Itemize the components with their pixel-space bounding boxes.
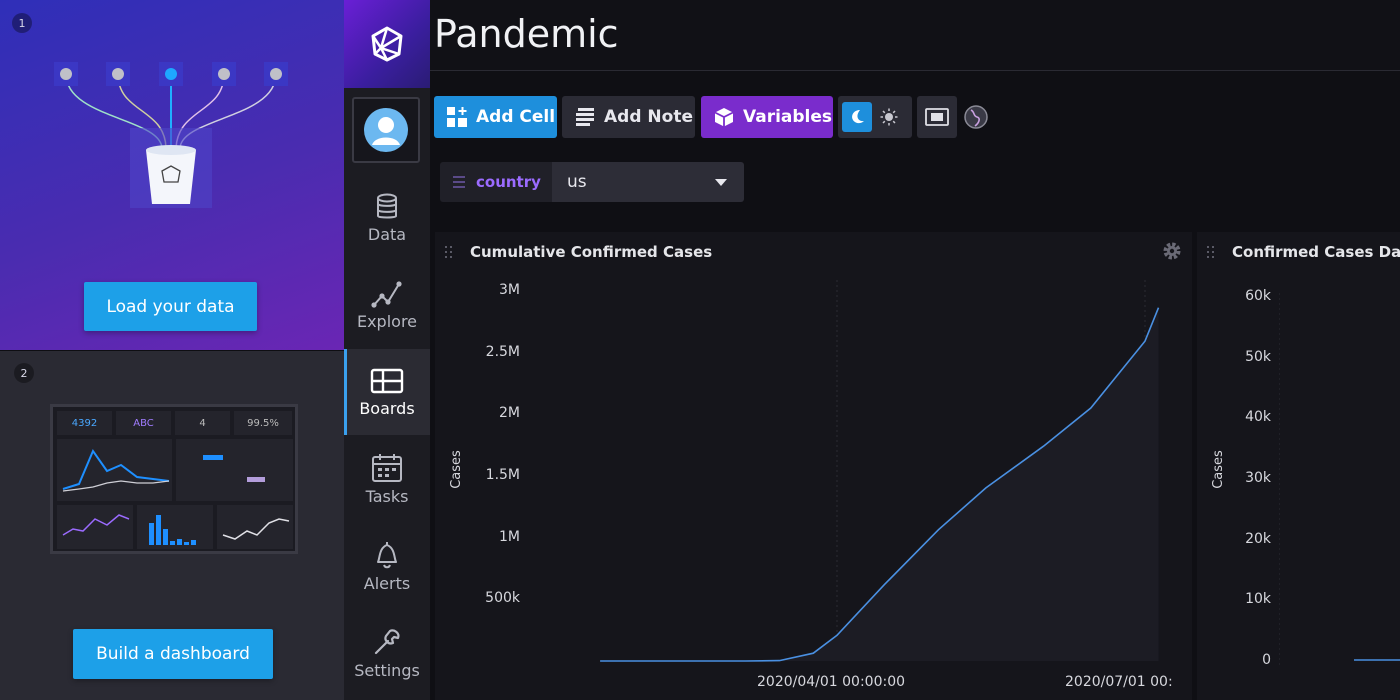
y-tick-label: 30k <box>1245 470 1271 486</box>
variables-button[interactable]: Variables <box>701 96 833 138</box>
variable-selected-value: us <box>567 172 587 192</box>
nav-item-explore[interactable]: Explore <box>344 262 430 348</box>
globe-icon <box>964 105 988 129</box>
cell-title: Confirmed Cases Dail <box>1232 243 1400 261</box>
y-tick-label: 3M <box>499 282 520 298</box>
variable-value-select[interactable]: us <box>552 162 744 202</box>
nav-item-label: Boards <box>359 398 415 418</box>
sun-icon <box>880 108 898 126</box>
dashboard-illustration: 4392 ABC 4 99.5% <box>50 404 298 554</box>
timezone-dropdown[interactable] <box>961 96 991 138</box>
step-number-badge: 1 <box>12 13 32 33</box>
mini-stat: 4392 <box>57 411 112 435</box>
user-avatar-button[interactable] <box>352 97 420 163</box>
nav-item-settings[interactable]: Settings <box>344 610 430 696</box>
y-tick-label: 40k <box>1245 409 1271 425</box>
nav-item-data[interactable]: Data <box>344 175 430 261</box>
variable-dropdown-label: country <box>440 162 552 202</box>
y-tick-label: 2.5M <box>485 344 520 360</box>
nav-item-label: Settings <box>354 660 420 680</box>
cell-drag-handle-icon[interactable] <box>1207 246 1217 258</box>
add-note-button[interactable]: Add Note <box>562 96 695 138</box>
add-cell-label: Add Cell <box>476 107 556 127</box>
mini-stat: ABC <box>116 411 171 435</box>
y-tick-label: 1M <box>499 529 520 545</box>
add-note-label: Add Note <box>604 107 693 127</box>
drag-handle-icon <box>452 174 466 190</box>
y-tick-label: 20k <box>1245 531 1271 547</box>
note-icon <box>576 108 594 126</box>
mini-stat: 99.5% <box>234 411 292 435</box>
mini-stat: 4 <box>175 411 230 435</box>
add-cell-icon <box>447 107 467 127</box>
cumulative-cases-chart[interactable] <box>600 280 1175 665</box>
x-tick-label: 2020/07/01 00: <box>1065 674 1173 690</box>
variables-label: Variables <box>743 107 833 127</box>
daily-cases-chart[interactable] <box>1279 287 1400 667</box>
variable-name: country <box>476 173 541 191</box>
y-tick-label: 500k <box>485 590 520 606</box>
light-mode-option[interactable] <box>872 102 906 132</box>
cell-title: Cumulative Confirmed Cases <box>470 243 713 261</box>
y-tick-label: 50k <box>1245 349 1271 365</box>
influxdb-logo[interactable] <box>344 0 430 88</box>
mini-charts-graphic <box>57 439 293 549</box>
moon-icon <box>852 110 864 124</box>
y-tick-label: 0 <box>1262 652 1271 668</box>
x-tick-label: 2020/04/01 00:00:00 <box>757 674 906 690</box>
data-bucket-illustration <box>54 62 288 208</box>
cubo-logo-icon <box>371 26 403 62</box>
presentation-mode-button[interactable] <box>917 96 957 138</box>
cell-drag-handle-icon[interactable] <box>445 246 455 258</box>
fullscreen-icon <box>925 108 949 126</box>
y-axis-title: Cases <box>448 450 464 489</box>
y-tick-label: 1.5M <box>485 467 520 483</box>
cell-gear-icon[interactable] <box>1162 241 1182 261</box>
dark-mode-option[interactable] <box>842 102 872 132</box>
dashboard-cell: Confirmed Cases Dail Cases 60k 50k 40k 3… <box>1197 232 1400 700</box>
onboarding-load-data-panel: 1 Load your data <box>0 0 344 350</box>
nav-item-label: Explore <box>356 311 418 331</box>
load-your-data-button[interactable]: Load your data <box>84 282 257 331</box>
database-icon <box>377 193 397 218</box>
series-area <box>600 307 1159 661</box>
theme-toggle[interactable] <box>838 96 912 138</box>
cube-icon <box>714 108 734 127</box>
page-title[interactable]: Pandemic <box>434 12 619 56</box>
nav-item-label: Alerts <box>363 573 411 593</box>
step-number-badge: 2 <box>14 363 34 383</box>
nav-item-label: Data <box>367 224 407 244</box>
bell-icon <box>377 541 397 568</box>
y-tick-label: 2M <box>499 405 520 421</box>
y-tick-label: 10k <box>1245 591 1271 607</box>
add-cell-button[interactable]: Add Cell <box>434 96 557 138</box>
caret-down-icon <box>715 179 727 186</box>
avatar <box>364 108 408 152</box>
nav-item-tasks[interactable]: Tasks <box>344 436 430 522</box>
graph-icon <box>371 280 402 308</box>
nav-item-alerts[interactable]: Alerts <box>344 523 430 609</box>
nav-item-boards[interactable]: Boards <box>344 349 430 435</box>
calendar-icon <box>372 453 402 482</box>
nav-item-label: Tasks <box>365 486 409 506</box>
y-tick-label: 60k <box>1245 288 1271 304</box>
dashboards-icon <box>370 368 404 393</box>
build-a-dashboard-button[interactable]: Build a dashboard <box>73 629 273 679</box>
wrench-icon <box>374 628 400 654</box>
